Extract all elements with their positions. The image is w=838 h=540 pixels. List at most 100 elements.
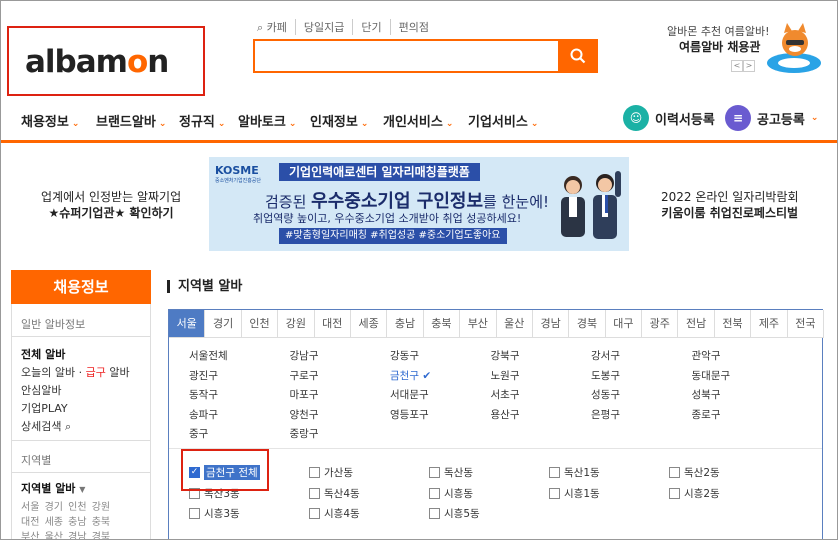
district-item[interactable]: 강남구: [290, 348, 319, 363]
district-item[interactable]: 노원구: [491, 368, 520, 383]
nav-talk[interactable]: 알바토크 ⌄: [238, 111, 296, 130]
district-item[interactable]: 중랑구: [290, 426, 319, 441]
district-item[interactable]: 광진구: [189, 368, 218, 383]
summer-promo-title[interactable]: 여름알바 채용관: [679, 38, 760, 55]
sidebar-region-list[interactable]: 부산 울산 경남 경북: [21, 528, 110, 539]
tab-region[interactable]: 제주: [751, 310, 788, 338]
district-item[interactable]: 구로구: [290, 368, 319, 383]
tab-region[interactable]: 광주: [642, 310, 679, 338]
checkbox-icon[interactable]: [549, 487, 560, 499]
resume-icon: ☺: [623, 105, 649, 131]
tab-region[interactable]: 경기: [205, 310, 242, 338]
checkbox-icon[interactable]: [309, 508, 320, 519]
dong-checkbox[interactable]: 독산2동: [669, 465, 720, 480]
nav-talent[interactable]: 인재정보 ⌄: [310, 111, 368, 130]
checkbox-icon[interactable]: [309, 487, 320, 499]
dong-checkbox[interactable]: 독산1동: [549, 465, 600, 480]
tab-region[interactable]: 울산: [496, 310, 533, 338]
tab-region[interactable]: 세종: [350, 310, 388, 338]
district-item[interactable]: 은평구: [591, 407, 620, 422]
search-input[interactable]: [253, 39, 598, 73]
tab-region[interactable]: 경북: [569, 310, 606, 338]
district-item[interactable]: 금천구 ✔: [390, 368, 431, 383]
sidebar-item-detail-search[interactable]: 상세검색 ⌕: [21, 418, 71, 434]
summer-promo-text[interactable]: 알바몬 추천 여름알바!: [667, 23, 769, 39]
job-fair-promo[interactable]: 2022 온라인 일자리박람회 키움이룸 취업진로페스티벌: [661, 189, 799, 221]
district-item[interactable]: 동대문구: [692, 368, 731, 383]
sidebar-region-list[interactable]: 대전 세종 충남 충북: [21, 513, 110, 528]
checkbox-icon[interactable]: [309, 467, 320, 478]
quick-link-convenience[interactable]: 편의점: [389, 19, 437, 35]
district-item[interactable]: 성북구: [692, 387, 721, 402]
tab-region[interactable]: 대전: [314, 310, 351, 338]
tab-region[interactable]: 인천: [241, 310, 279, 338]
sidebar-region-list[interactable]: 서울 경기 인천 강원: [21, 498, 110, 513]
tab-region[interactable]: 전북: [714, 310, 752, 338]
checkbox-icon[interactable]: [669, 467, 680, 478]
tab-region[interactable]: 서울: [169, 310, 206, 338]
district-item[interactable]: 서초구: [491, 387, 520, 402]
tab-region[interactable]: 경남: [532, 310, 570, 338]
job-post-button[interactable]: ≡ 공고등록 ⌄: [725, 105, 818, 131]
district-item[interactable]: 용산구: [491, 407, 520, 422]
albamon-logo[interactable]: albamon: [25, 44, 169, 80]
sidebar-item-safe[interactable]: 안심알바: [21, 382, 61, 398]
district-item[interactable]: 종로구: [692, 407, 721, 422]
dong-checkbox[interactable]: 시흥2동: [669, 486, 720, 501]
dong-checkbox[interactable]: 시흥1동: [549, 486, 600, 501]
dong-checkbox[interactable]: 가산동: [309, 465, 353, 480]
district-item[interactable]: 영등포구: [390, 407, 429, 422]
nav-personal[interactable]: 개인서비스 ⌄: [383, 111, 453, 130]
checkbox-icon[interactable]: [549, 467, 560, 478]
next-arrow-icon[interactable]: >: [743, 60, 755, 72]
quick-link-sameday[interactable]: 당일지급: [294, 19, 352, 35]
tab-region[interactable]: 강원: [278, 310, 315, 338]
district-item[interactable]: 성동구: [591, 387, 620, 402]
district-item[interactable]: 중구: [189, 426, 208, 441]
tab-region[interactable]: 전국: [787, 310, 825, 338]
district-item[interactable]: 양천구: [290, 407, 319, 422]
nav-business[interactable]: 기업서비스 ⌄: [468, 111, 538, 130]
sidebar-item-all[interactable]: 전체 알바: [21, 346, 65, 362]
checkbox-icon[interactable]: [429, 487, 440, 499]
dong-checkbox[interactable]: 시흥동: [429, 486, 473, 501]
district-item[interactable]: 서대문구: [390, 387, 429, 402]
super-company-promo[interactable]: 업계에서 인정받는 알짜기업 ★슈퍼기업관★ 확인하기: [41, 189, 181, 221]
district-item[interactable]: 관악구: [692, 348, 721, 363]
nav-brand[interactable]: 브랜드알바 ⌄: [96, 111, 166, 130]
quick-link-shortterm[interactable]: 단기: [352, 19, 389, 35]
resume-register-button[interactable]: ☺ 이력서등록: [623, 105, 715, 131]
nav-fulltime[interactable]: 정규직 ⌄: [179, 111, 225, 130]
nav-jobs[interactable]: 채용정보 ⌄: [21, 111, 79, 130]
kosme-banner[interactable]: KOSME 중소벤처기업진흥공단 기업인력애로센터 일자리매칭플랫폼 검증된 우…: [209, 157, 629, 251]
tab-region[interactable]: 충북: [423, 310, 461, 338]
sidebar-item-today[interactable]: 오늘의 알바 · 급구 알바: [21, 364, 130, 380]
checkbox-icon[interactable]: [669, 487, 680, 499]
dong-checkbox[interactable]: 독산4동: [309, 486, 360, 501]
district-item[interactable]: 강서구: [591, 348, 620, 363]
checkbox-icon[interactable]: [429, 467, 440, 478]
dong-checkbox[interactable]: 독산동: [429, 465, 473, 480]
dong-checkbox[interactable]: 시흥3동: [189, 506, 240, 521]
district-item[interactable]: 강북구: [491, 348, 520, 363]
sidebar-item-region-alba[interactable]: 지역별 알바 ▼: [21, 480, 85, 496]
district-item[interactable]: 마포구: [290, 387, 319, 402]
district-item[interactable]: 동작구: [189, 387, 218, 402]
tab-region[interactable]: 충남: [387, 310, 424, 338]
checkbox-icon[interactable]: [429, 508, 440, 519]
district-item[interactable]: 도봉구: [591, 368, 620, 383]
checkbox-icon[interactable]: [189, 508, 200, 519]
tab-region[interactable]: 전남: [678, 310, 715, 338]
sidebar-item-company-play[interactable]: 기업PLAY: [21, 400, 68, 416]
district-item[interactable]: 서울전체: [189, 348, 228, 363]
tab-region[interactable]: 부산: [460, 310, 497, 338]
district-item[interactable]: 강동구: [390, 348, 419, 363]
tab-region[interactable]: 대구: [605, 310, 643, 338]
search-button[interactable]: [558, 39, 598, 73]
dong-checkbox[interactable]: 시흥5동: [429, 506, 480, 521]
district-item[interactable]: 송파구: [189, 407, 218, 422]
prev-arrow-icon[interactable]: <: [731, 60, 743, 72]
dong-checkbox[interactable]: 시흥4동: [309, 506, 360, 521]
quick-link-cafe[interactable]: ⌕ 카페: [257, 19, 295, 35]
sidebar-title[interactable]: 채용정보: [11, 270, 151, 304]
